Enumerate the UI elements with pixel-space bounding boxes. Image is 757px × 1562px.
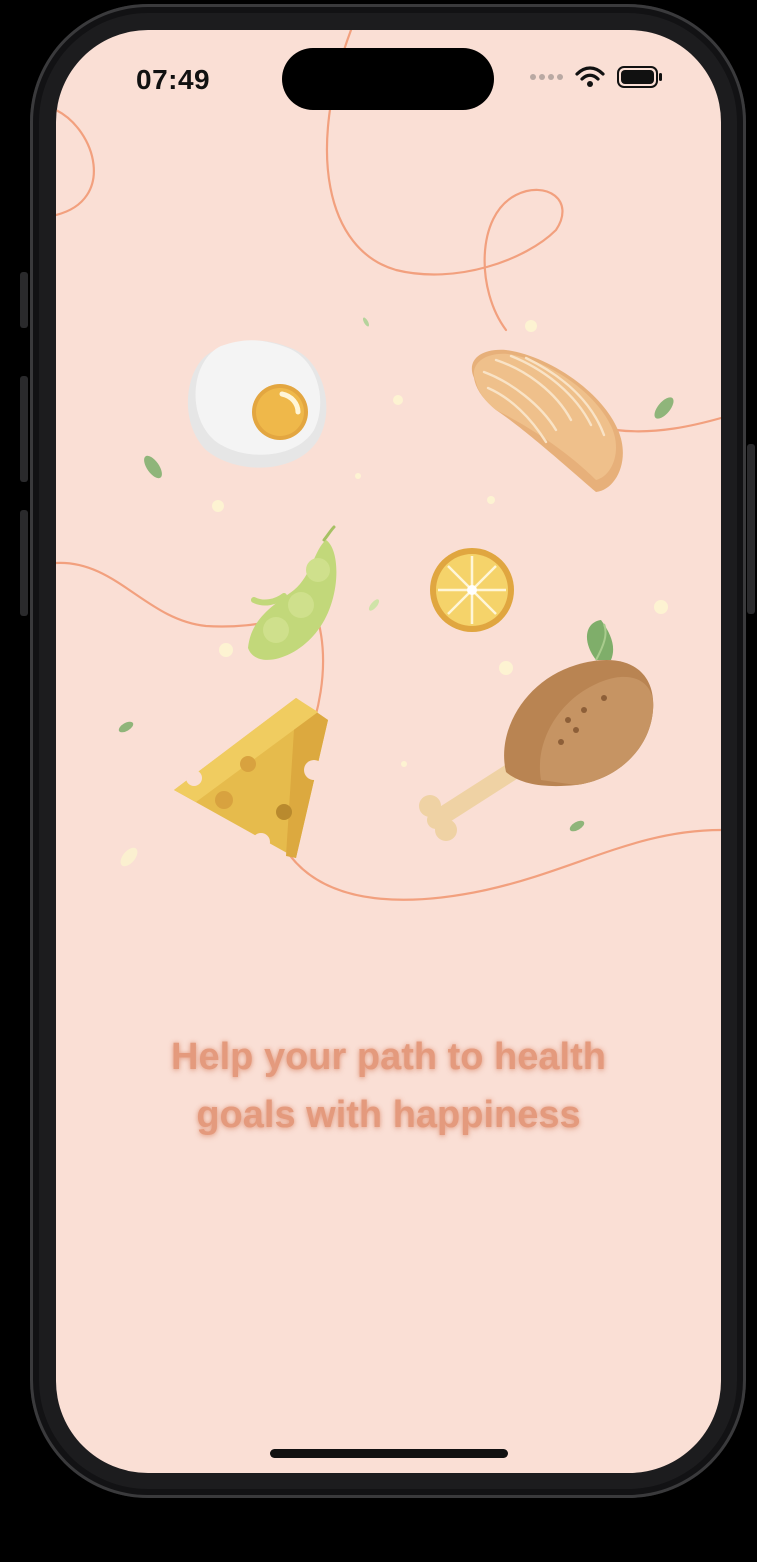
power-button xyxy=(747,444,755,614)
tagline-line-2: goals with happiness xyxy=(196,1094,581,1136)
app-screen: 07:49 Help your path to health goals wit… xyxy=(56,30,721,1473)
chicken-drumstick-icon xyxy=(419,620,654,841)
cellular-signal-icon xyxy=(530,74,563,80)
battery-icon xyxy=(617,66,662,88)
onboarding-tagline: Help your path to health goals with happ… xyxy=(56,1028,721,1144)
home-indicator[interactable] xyxy=(270,1449,508,1458)
status-icons xyxy=(530,66,663,88)
edamame-icon xyxy=(248,525,337,660)
dynamic-island xyxy=(282,48,494,110)
status-time: 07:49 xyxy=(136,64,211,95)
fried-egg-icon xyxy=(187,340,327,468)
tagline-line-1: Help your path to health xyxy=(171,1036,606,1078)
food-illustration xyxy=(56,30,721,901)
action-button xyxy=(20,272,28,328)
salmon-fillet-icon xyxy=(471,349,623,492)
volume-up-button xyxy=(20,376,28,482)
cheese-icon xyxy=(174,698,328,858)
lemon-slice-icon xyxy=(430,548,514,632)
wifi-icon xyxy=(575,66,605,87)
volume-down-button xyxy=(20,510,28,616)
